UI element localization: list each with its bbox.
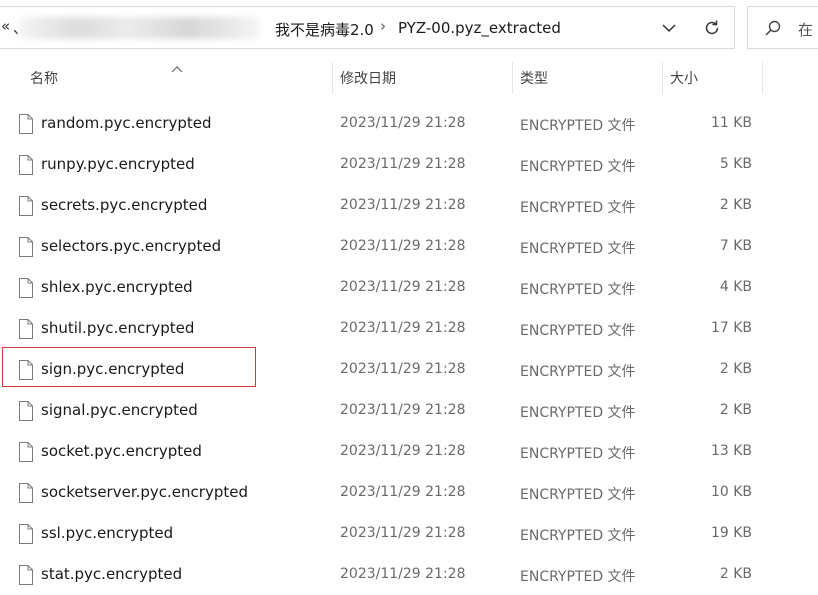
file-size: 5 KB: [719, 156, 752, 172]
file-row[interactable]: signal.pyc.encrypted 2023/11/29 21:28 ENCR…: [0, 390, 818, 431]
file-icon: [18, 524, 34, 548]
file-modified-date: 2023/11/29 21:28: [340, 279, 466, 295]
file-modified-date: 2023/11/29 21:28: [340, 443, 466, 459]
file-type: ENCRYPTED 文件: [520, 323, 636, 339]
file-type: ENCRYPTED 文件: [520, 528, 636, 544]
file-icon: [18, 565, 34, 589]
refresh-icon[interactable]: [699, 15, 725, 41]
file-type: ENCRYPTED 文件: [520, 118, 636, 134]
file-icon: [18, 155, 34, 179]
file-icon: [18, 114, 34, 138]
file-icon: [18, 319, 34, 343]
file-row[interactable]: selectors.pyc.encrypted 2023/11/29 21:28 E…: [0, 226, 818, 267]
file-row[interactable]: socket.pyc.encrypted 2023/11/29 21:28 ENCR…: [0, 431, 818, 472]
file-icon: [18, 278, 34, 302]
file-name[interactable]: shutil.pyc.encrypted: [41, 319, 194, 337]
address-bar[interactable]: « 、 我不是病毒2.0 › PYZ-00.pyz_extracted: [0, 6, 735, 49]
file-type: ENCRYPTED 文件: [520, 487, 636, 503]
file-icon: [18, 237, 34, 261]
file-name[interactable]: shlex.pyc.encrypted: [41, 278, 193, 296]
file-size: 2 KB: [719, 402, 752, 418]
overflow-chevron-icon[interactable]: «: [1, 17, 10, 35]
file-row[interactable]: shlex.pyc.encrypted 2023/11/29 21:28 ENCRY…: [0, 267, 818, 308]
file-icon: [18, 196, 34, 220]
file-modified-date: 2023/11/29 21:28: [340, 402, 466, 418]
file-icon: [18, 483, 34, 507]
file-size: 11 KB: [710, 115, 752, 131]
file-size: 13 KB: [710, 443, 752, 459]
file-modified-date: 2023/11/29 21:28: [340, 156, 466, 172]
file-row[interactable]: secrets.pyc.encrypted 2023/11/29 21:28 ENC…: [0, 185, 818, 226]
column-header-type[interactable]: 类型: [520, 68, 548, 88]
file-row[interactable]: random.pyc.encrypted 2023/11/29 21:28 ENCR…: [0, 103, 818, 144]
sort-up-icon: [171, 58, 183, 77]
file-modified-date: 2023/11/29 21:28: [340, 525, 466, 541]
search-input[interactable]: 在: [747, 6, 818, 49]
file-size: 2 KB: [719, 197, 752, 213]
file-name[interactable]: socket.pyc.encrypted: [41, 442, 202, 460]
breadcrumb-separator-icon: ›: [380, 17, 386, 35]
file-row[interactable]: shutil.pyc.encrypted 2023/11/29 21:28 ENCR…: [0, 308, 818, 349]
file-modified-date: 2023/11/29 21:28: [340, 361, 466, 377]
breadcrumb-item-current[interactable]: PYZ-00.pyz_extracted: [398, 19, 561, 37]
file-modified-date: 2023/11/29 21:28: [340, 115, 466, 131]
column-divider[interactable]: [332, 62, 333, 94]
file-type: ENCRYPTED 文件: [520, 282, 636, 298]
column-header-name[interactable]: 名称: [30, 68, 58, 88]
file-size: 10 KB: [710, 484, 752, 500]
file-modified-date: 2023/11/29 21:28: [340, 320, 466, 336]
file-name[interactable]: ssl.pyc.encrypted: [41, 524, 173, 542]
file-size: 19 KB: [710, 525, 752, 541]
file-modified-date: 2023/11/29 21:28: [340, 238, 466, 254]
file-icon: [18, 360, 34, 384]
file-row[interactable]: runpy.pyc.encrypted 2023/11/29 21:28 ENCRY…: [0, 144, 818, 185]
file-name[interactable]: secrets.pyc.encrypted: [41, 196, 207, 214]
file-type: ENCRYPTED 文件: [520, 569, 636, 585]
file-name[interactable]: socketserver.pyc.encrypted: [41, 483, 248, 501]
file-row[interactable]: sign.pyc.encrypted 2023/11/29 21:28 ENCRYP…: [0, 349, 818, 390]
file-icon: [18, 401, 34, 425]
file-size: 4 KB: [719, 279, 752, 295]
file-name[interactable]: random.pyc.encrypted: [41, 114, 212, 132]
file-size: 2 KB: [719, 361, 752, 377]
search-icon: [764, 19, 782, 41]
breadcrumb-item-folder[interactable]: 我不是病毒2.0: [275, 19, 374, 40]
file-type: ENCRYPTED 文件: [520, 405, 636, 421]
file-name[interactable]: stat.pyc.encrypted: [41, 565, 182, 583]
file-type: ENCRYPTED 文件: [520, 241, 636, 257]
file-name[interactable]: selectors.pyc.encrypted: [41, 237, 221, 255]
file-type: ENCRYPTED 文件: [520, 364, 636, 380]
column-divider[interactable]: [512, 62, 513, 94]
file-modified-date: 2023/11/29 21:28: [340, 197, 466, 213]
file-size: 7 KB: [719, 238, 752, 254]
file-type: ENCRYPTED 文件: [520, 200, 636, 216]
file-name[interactable]: sign.pyc.encrypted: [41, 360, 184, 378]
column-header-date[interactable]: 修改日期: [340, 68, 396, 88]
file-type: ENCRYPTED 文件: [520, 159, 636, 175]
search-placeholder: 在: [798, 21, 814, 39]
column-header-size[interactable]: 大小: [670, 68, 698, 88]
file-row[interactable]: socketserver.pyc.encrypted 2023/11/29 21:…: [0, 472, 818, 513]
chevron-down-icon[interactable]: [656, 15, 682, 41]
file-row[interactable]: ssl.pyc.encrypted 2023/11/29 21:28 ENCRYPT…: [0, 513, 818, 554]
file-modified-date: 2023/11/29 21:28: [340, 566, 466, 582]
file-size: 2 KB: [719, 566, 752, 582]
file-name[interactable]: runpy.pyc.encrypted: [41, 155, 195, 173]
column-divider[interactable]: [762, 62, 763, 94]
file-type: ENCRYPTED 文件: [520, 446, 636, 462]
blurred-path-segment: [19, 17, 259, 39]
file-name[interactable]: signal.pyc.encrypted: [41, 401, 198, 419]
file-size: 17 KB: [710, 320, 752, 336]
column-divider[interactable]: [662, 62, 663, 94]
file-modified-date: 2023/11/29 21:28: [340, 484, 466, 500]
file-icon: [18, 442, 34, 466]
file-row[interactable]: stat.pyc.encrypted 2023/11/29 21:28 ENCRYP…: [0, 554, 818, 595]
